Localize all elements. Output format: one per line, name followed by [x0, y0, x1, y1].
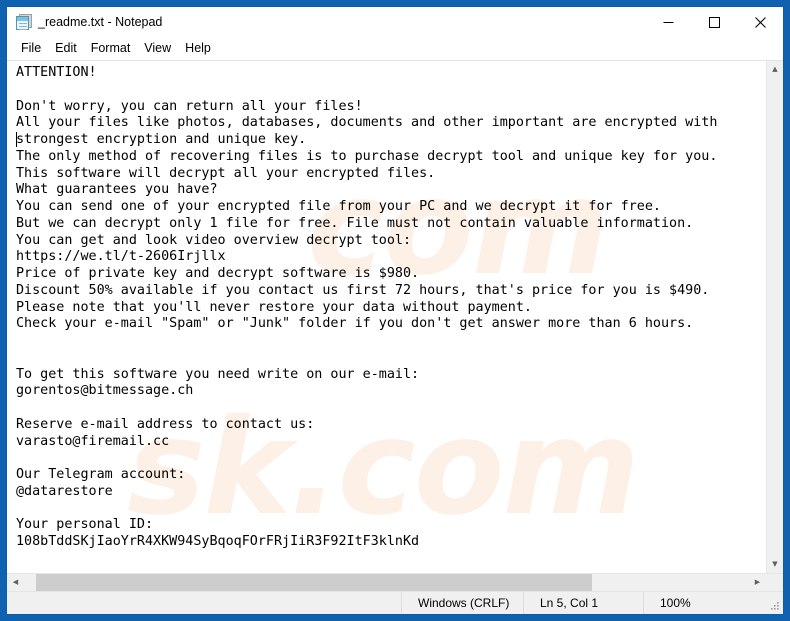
text-caret — [16, 132, 17, 147]
scroll-up-button[interactable]: ▲ — [767, 61, 783, 78]
desktop-background: _readme.txt - Notepad File Edit Format V… — [0, 0, 790, 621]
vertical-scrollbar[interactable]: ▲ ▼ — [766, 61, 783, 573]
menu-item-edit[interactable]: Edit — [48, 40, 84, 58]
scroll-left-button[interactable]: ◀ — [7, 574, 24, 591]
close-button[interactable] — [737, 7, 783, 38]
status-line-ending: Windows (CRLF) — [401, 592, 523, 614]
notepad-icon — [16, 14, 33, 31]
text-editor[interactable]: com sk.com ATTENTION! Don't worry, you c… — [7, 61, 766, 573]
window-controls — [645, 7, 783, 38]
minimize-button[interactable] — [645, 7, 691, 38]
menu-item-file[interactable]: File — [14, 40, 48, 58]
chevron-down-icon: ▼ — [772, 560, 778, 568]
menu-item-format[interactable]: Format — [84, 40, 138, 58]
document-text[interactable]: ATTENTION! Don't worry, you can return a… — [7, 61, 766, 551]
chevron-left-icon: ◀ — [12, 578, 19, 586]
window-title: _readme.txt - Notepad — [38, 15, 163, 30]
horizontal-scrollbar[interactable]: ◀ ▶ — [7, 573, 783, 591]
editor-area: com sk.com ATTENTION! Don't worry, you c… — [7, 60, 783, 573]
minimize-icon — [663, 22, 673, 23]
close-icon — [754, 17, 766, 28]
scrollbar-corner — [766, 574, 783, 591]
scroll-right-button[interactable]: ▶ — [749, 574, 766, 591]
maximize-button[interactable] — [691, 7, 737, 38]
maximize-icon — [708, 17, 720, 28]
notepad-window: _readme.txt - Notepad File Edit Format V… — [6, 6, 784, 615]
chevron-up-icon: ▲ — [772, 65, 778, 73]
status-zoom-level: 100% — [643, 592, 765, 614]
menu-item-help[interactable]: Help — [178, 40, 218, 58]
horizontal-scroll-track[interactable] — [24, 574, 749, 591]
scroll-down-button[interactable]: ▼ — [767, 556, 783, 573]
resize-grip-icon — [771, 602, 779, 610]
menu-bar: File Edit Format View Help — [7, 38, 783, 60]
status-bar: Windows (CRLF) Ln 5, Col 1 100% — [7, 591, 783, 614]
title-bar-left: _readme.txt - Notepad — [7, 14, 645, 31]
resize-grip[interactable] — [765, 592, 783, 614]
menu-item-view[interactable]: View — [137, 40, 178, 58]
title-bar[interactable]: _readme.txt - Notepad — [7, 7, 783, 38]
horizontal-scroll-thumb[interactable] — [36, 574, 592, 591]
vertical-scroll-track[interactable] — [767, 78, 783, 556]
status-cursor-position: Ln 5, Col 1 — [523, 592, 643, 614]
chevron-right-icon: ▶ — [754, 578, 761, 586]
